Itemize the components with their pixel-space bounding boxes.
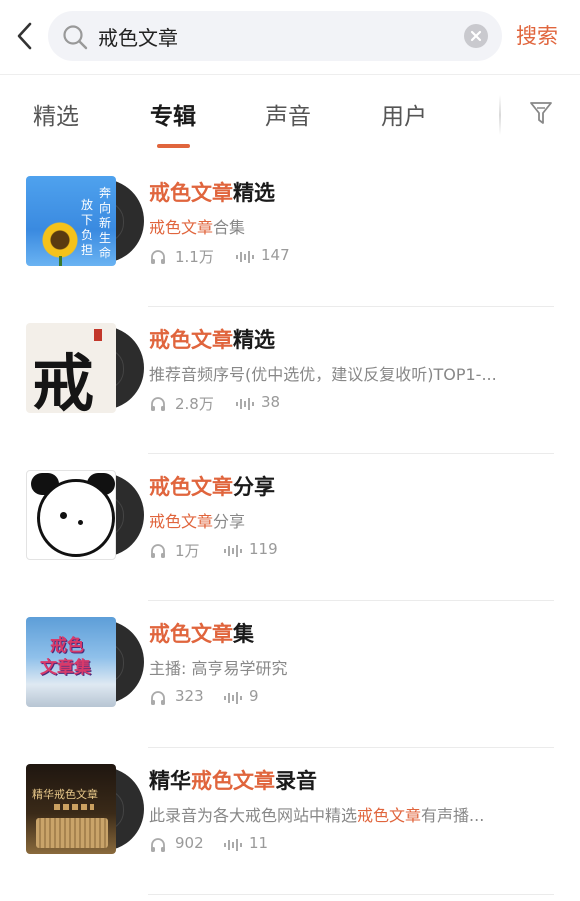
album-title: 戒色文章集 xyxy=(149,622,254,646)
panda-eye xyxy=(60,512,67,519)
cover-image: 精华戒色文章 xyxy=(26,764,116,854)
clear-search-button[interactable] xyxy=(464,24,488,48)
item-divider xyxy=(148,894,554,895)
cover-image: 戒色 文章集 xyxy=(26,617,116,707)
headphones-icon xyxy=(151,544,165,558)
cover-text: 精华戒色文章 xyxy=(32,788,98,801)
album-cover: 精华戒色文章 xyxy=(26,764,144,854)
filter-icon xyxy=(530,102,552,124)
cover-image: 戒 xyxy=(26,323,116,413)
cover-text: 戒 xyxy=(32,347,95,413)
album-cover: 戒 xyxy=(26,323,144,413)
tab-sounds[interactable]: 声音 xyxy=(265,97,311,131)
bamboo-scroll-image xyxy=(36,818,108,848)
list-item[interactable]: 戒 戒色文章精选 推荐音频序号(优中选优，建议反复收听)TOP1-... 2.8… xyxy=(0,307,580,454)
audio-wave-icon xyxy=(236,251,254,263)
chevron-left-icon xyxy=(17,22,32,50)
cover-text: 奔向新生命 xyxy=(98,186,111,260)
album-subtitle: 戒色文章分享 xyxy=(149,512,246,531)
category-tabs: 精选 专辑 声音 用户 xyxy=(0,75,580,155)
headphones-icon xyxy=(151,250,165,264)
cover-image xyxy=(26,470,116,560)
search-box[interactable] xyxy=(48,11,502,61)
cover-text: 放下负担 xyxy=(80,198,93,257)
album-title: 戒色文章分享 xyxy=(149,475,275,499)
stem-image xyxy=(59,256,62,266)
album-cover xyxy=(26,470,144,560)
headphones-icon xyxy=(151,838,165,852)
tab-albums[interactable]: 专辑 xyxy=(150,97,196,131)
album-title: 戒色文章精选 xyxy=(149,181,275,205)
list-item[interactable]: 戒色文章分享 戒色文章分享 1万 119 xyxy=(0,454,580,601)
album-subtitle: 推荐音频序号(优中选优，建议反复收听)TOP1-... xyxy=(149,365,497,384)
album-title: 精华戒色文章录音 xyxy=(149,769,317,793)
headphones-icon xyxy=(151,691,165,705)
active-tab-indicator xyxy=(157,144,190,148)
audio-wave-icon xyxy=(224,839,242,851)
sunflower-image xyxy=(40,220,80,260)
album-cover: 戒色 文章集 xyxy=(26,617,144,707)
search-button[interactable]: 搜索 xyxy=(516,20,558,50)
filter-button[interactable] xyxy=(528,99,554,127)
album-cover: 奔向新生命 放下负担 xyxy=(26,176,144,266)
audio-wave-icon xyxy=(224,545,242,557)
album-subtitle: 戒色文章合集 xyxy=(149,218,246,237)
headphones-icon xyxy=(151,397,165,411)
panda-face xyxy=(37,479,115,557)
tab-separator xyxy=(499,95,501,135)
list-item[interactable]: 奔向新生命 放下负担 戒色文章精选 戒色文章合集 1.1万 147 xyxy=(0,160,580,307)
tab-users[interactable]: 用户 xyxy=(381,97,427,131)
panda-nose xyxy=(78,520,83,525)
audio-wave-icon xyxy=(236,398,254,410)
back-button[interactable] xyxy=(12,20,40,52)
cover-text: 文章集 xyxy=(40,658,91,678)
audio-wave-icon xyxy=(224,692,242,704)
album-subtitle: 此录音为各大戒色网站中精选戒色文章有声播... xyxy=(149,806,485,825)
tab-featured[interactable]: 精选 xyxy=(33,97,79,131)
cover-image: 奔向新生命 放下负担 xyxy=(26,176,116,266)
close-icon xyxy=(470,30,482,42)
album-subtitle: 主播: 高亨易学研究 xyxy=(149,659,288,678)
cover-ornament xyxy=(54,804,94,810)
search-header: 搜索 xyxy=(0,0,580,74)
search-icon xyxy=(63,25,88,50)
seal-stamp xyxy=(94,329,102,341)
search-input[interactable] xyxy=(98,11,458,61)
list-item[interactable]: 精华戒色文章 精华戒色文章录音 此录音为各大戒色网站中精选戒色文章有声播... … xyxy=(0,748,580,895)
list-item[interactable]: 戒色 文章集 戒色文章集 主播: 高亨易学研究 323 9 xyxy=(0,601,580,748)
album-title: 戒色文章精选 xyxy=(149,328,275,352)
